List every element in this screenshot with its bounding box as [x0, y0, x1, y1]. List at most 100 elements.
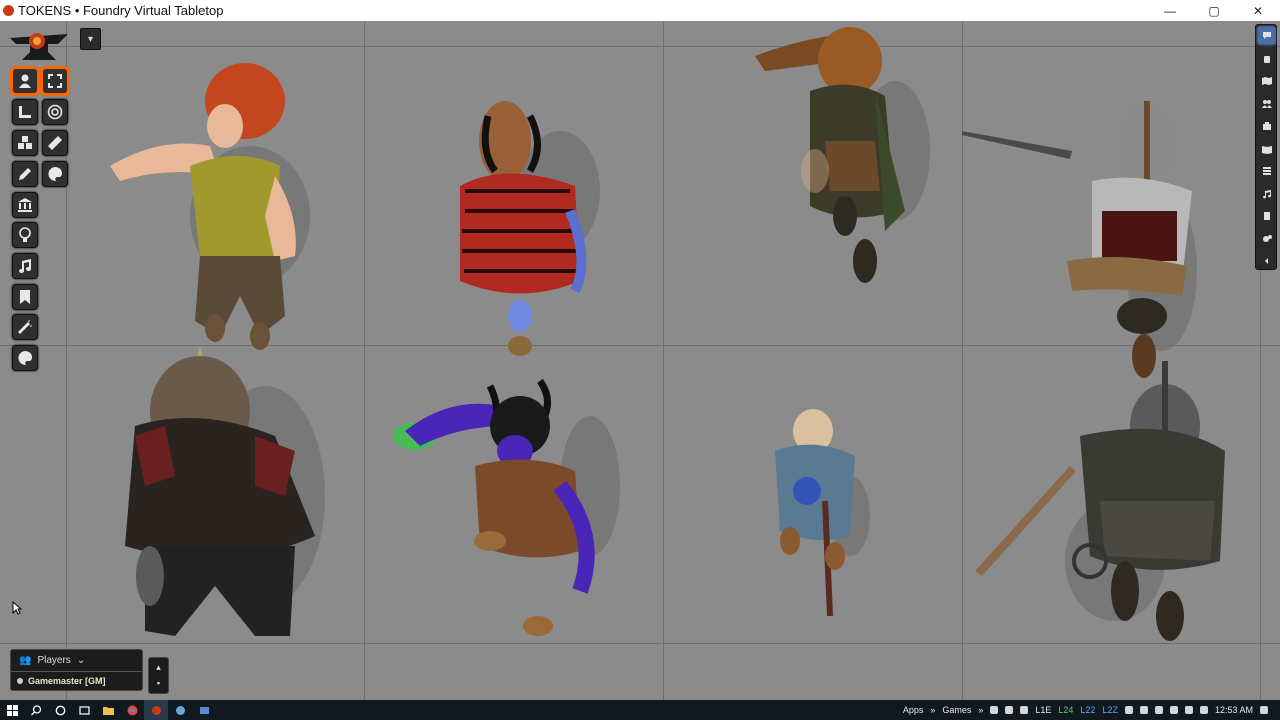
bookmark-icon	[20, 290, 30, 304]
search-button[interactable]	[24, 700, 48, 720]
window-controls: — ▢ ✕	[1148, 0, 1280, 21]
target-tool-button[interactable]	[42, 99, 68, 125]
system-tray: Apps » Games » L1E L24 L22 L2Z 12:53 AM	[903, 700, 1280, 720]
caret-left-icon	[1264, 257, 1268, 264]
comments-icon	[1262, 31, 1271, 39]
tray-cpu-readout: L1E	[1035, 705, 1052, 715]
palette-tool-button[interactable]	[42, 161, 68, 187]
halberd-guard-token[interactable]	[970, 361, 1250, 641]
music-icon	[1262, 189, 1271, 198]
tile-controls-button[interactable]	[12, 130, 38, 156]
microphone-icon[interactable]	[990, 706, 999, 714]
helmeted-swordsman-token[interactable]	[962, 91, 1212, 381]
th-list-icon	[1262, 166, 1271, 175]
task-view-button[interactable]	[72, 700, 96, 720]
games-toolbar-label[interactable]: Games	[942, 705, 971, 715]
cortana-icon	[55, 705, 65, 715]
grid-line	[663, 21, 664, 700]
mouse-cursor-icon	[12, 601, 22, 615]
tables-tab[interactable]	[1258, 162, 1275, 179]
player-name: Gamemaster [GM]	[28, 676, 106, 686]
armored-warrior-token[interactable]	[105, 346, 335, 641]
playlists-tab[interactable]	[1258, 185, 1275, 202]
player-color-dot	[17, 678, 23, 684]
blue-tiefling-woman-token[interactable]	[450, 91, 610, 361]
discord-icon[interactable]	[1005, 706, 1014, 714]
hooded-ranger-token[interactable]	[755, 21, 935, 286]
steam-button[interactable]	[168, 700, 192, 720]
players-list[interactable]: 👥 Players ⌄ Gamemaster [GM]	[10, 649, 143, 691]
scene-navigation-toggle[interactable]: ▾	[80, 28, 101, 50]
lighting-controls-button[interactable]	[12, 222, 38, 248]
wifi-icon[interactable]	[1169, 706, 1178, 714]
notifications-icon[interactable]	[1260, 706, 1268, 714]
close-button[interactable]: ✕	[1236, 0, 1280, 21]
volume-icon[interactable]	[1199, 706, 1208, 714]
notes-controls-button[interactable]	[12, 284, 38, 310]
security-icon[interactable]	[1139, 706, 1148, 714]
users-icon: 👥	[19, 655, 32, 666]
book-open-icon	[1261, 145, 1272, 154]
measure-controls-button[interactable]	[12, 99, 38, 125]
app-button[interactable]	[192, 700, 216, 720]
steam-icon	[175, 705, 185, 715]
sidebar-tabs	[1255, 24, 1277, 270]
windows-taskbar: Apps » Games » L1E L24 L22 L2Z 12:53 AM	[0, 700, 1280, 720]
window-title: TOKENS • Foundry Virtual Tabletop	[18, 3, 224, 18]
ruler-icon	[19, 106, 31, 118]
token-controls-button[interactable]	[12, 68, 38, 94]
hotbar-controls: ▴ ▪	[148, 657, 169, 694]
wall-controls-button[interactable]	[12, 192, 38, 218]
windows-icon	[6, 704, 18, 716]
effects-controls-button[interactable]	[12, 314, 38, 340]
tray-fan-readout: L2Z	[1102, 705, 1118, 715]
foundry-taskbar-button[interactable]	[144, 700, 168, 720]
bluetooth-icon[interactable]	[1154, 706, 1163, 714]
drawing-controls-button[interactable]	[12, 161, 38, 187]
expand-icon	[48, 74, 62, 88]
compendium-tab[interactable]	[1258, 207, 1275, 224]
ruler-tool-button[interactable]	[42, 130, 68, 156]
task-view-icon	[78, 705, 90, 715]
hotbar-folder-button[interactable]: ▪	[149, 678, 168, 688]
grid-line	[0, 643, 1280, 644]
tray-app-icon[interactable]	[1020, 706, 1029, 714]
ruler-icon	[48, 136, 62, 150]
chrome-icon	[127, 705, 137, 715]
red-haired-woman-token[interactable]	[100, 63, 330, 356]
file-explorer-button[interactable]	[96, 700, 120, 720]
apps-toolbar-label[interactable]: Apps	[903, 705, 924, 715]
old-wizard-token[interactable]	[765, 406, 875, 626]
magic-wand-icon	[18, 320, 32, 334]
cortana-button[interactable]	[48, 700, 72, 720]
chrome-button[interactable]	[120, 700, 144, 720]
scene-canvas[interactable]	[0, 21, 1280, 700]
expand-tool-button[interactable]	[42, 68, 68, 94]
settings-tab[interactable]	[1258, 230, 1275, 247]
users-icon	[1261, 99, 1272, 108]
scenes-tab[interactable]	[1258, 72, 1275, 89]
cubes-icon	[18, 136, 32, 149]
network-icon[interactable]	[1124, 706, 1133, 714]
collapse-tab[interactable]	[1258, 252, 1275, 269]
maximize-button[interactable]: ▢	[1192, 0, 1236, 21]
start-button[interactable]	[0, 700, 24, 720]
chevron-right-icon: »	[930, 705, 936, 715]
combat-tab[interactable]	[1258, 50, 1275, 67]
clock[interactable]: 12:53 AM	[1215, 705, 1253, 715]
hotbar-page-up-button[interactable]: ▴	[149, 662, 168, 673]
minimize-button[interactable]: —	[1148, 0, 1192, 21]
foundry-logo-icon[interactable]	[8, 28, 70, 62]
chevron-down-icon: ⌄	[76, 655, 86, 666]
sound-controls-button[interactable]	[12, 253, 38, 279]
chat-tab[interactable]	[1258, 27, 1275, 44]
players-header[interactable]: 👥 Players ⌄	[19, 655, 85, 666]
music-icon	[19, 259, 31, 273]
purple-tiefling-caster-token[interactable]	[390, 376, 620, 646]
battery-icon[interactable]	[1184, 706, 1193, 714]
journal-tab[interactable]	[1258, 140, 1275, 157]
lightbulb-icon	[19, 227, 31, 242]
items-tab[interactable]	[1258, 117, 1275, 134]
actors-tab[interactable]	[1258, 95, 1275, 112]
palette-controls-button[interactable]	[12, 345, 38, 371]
